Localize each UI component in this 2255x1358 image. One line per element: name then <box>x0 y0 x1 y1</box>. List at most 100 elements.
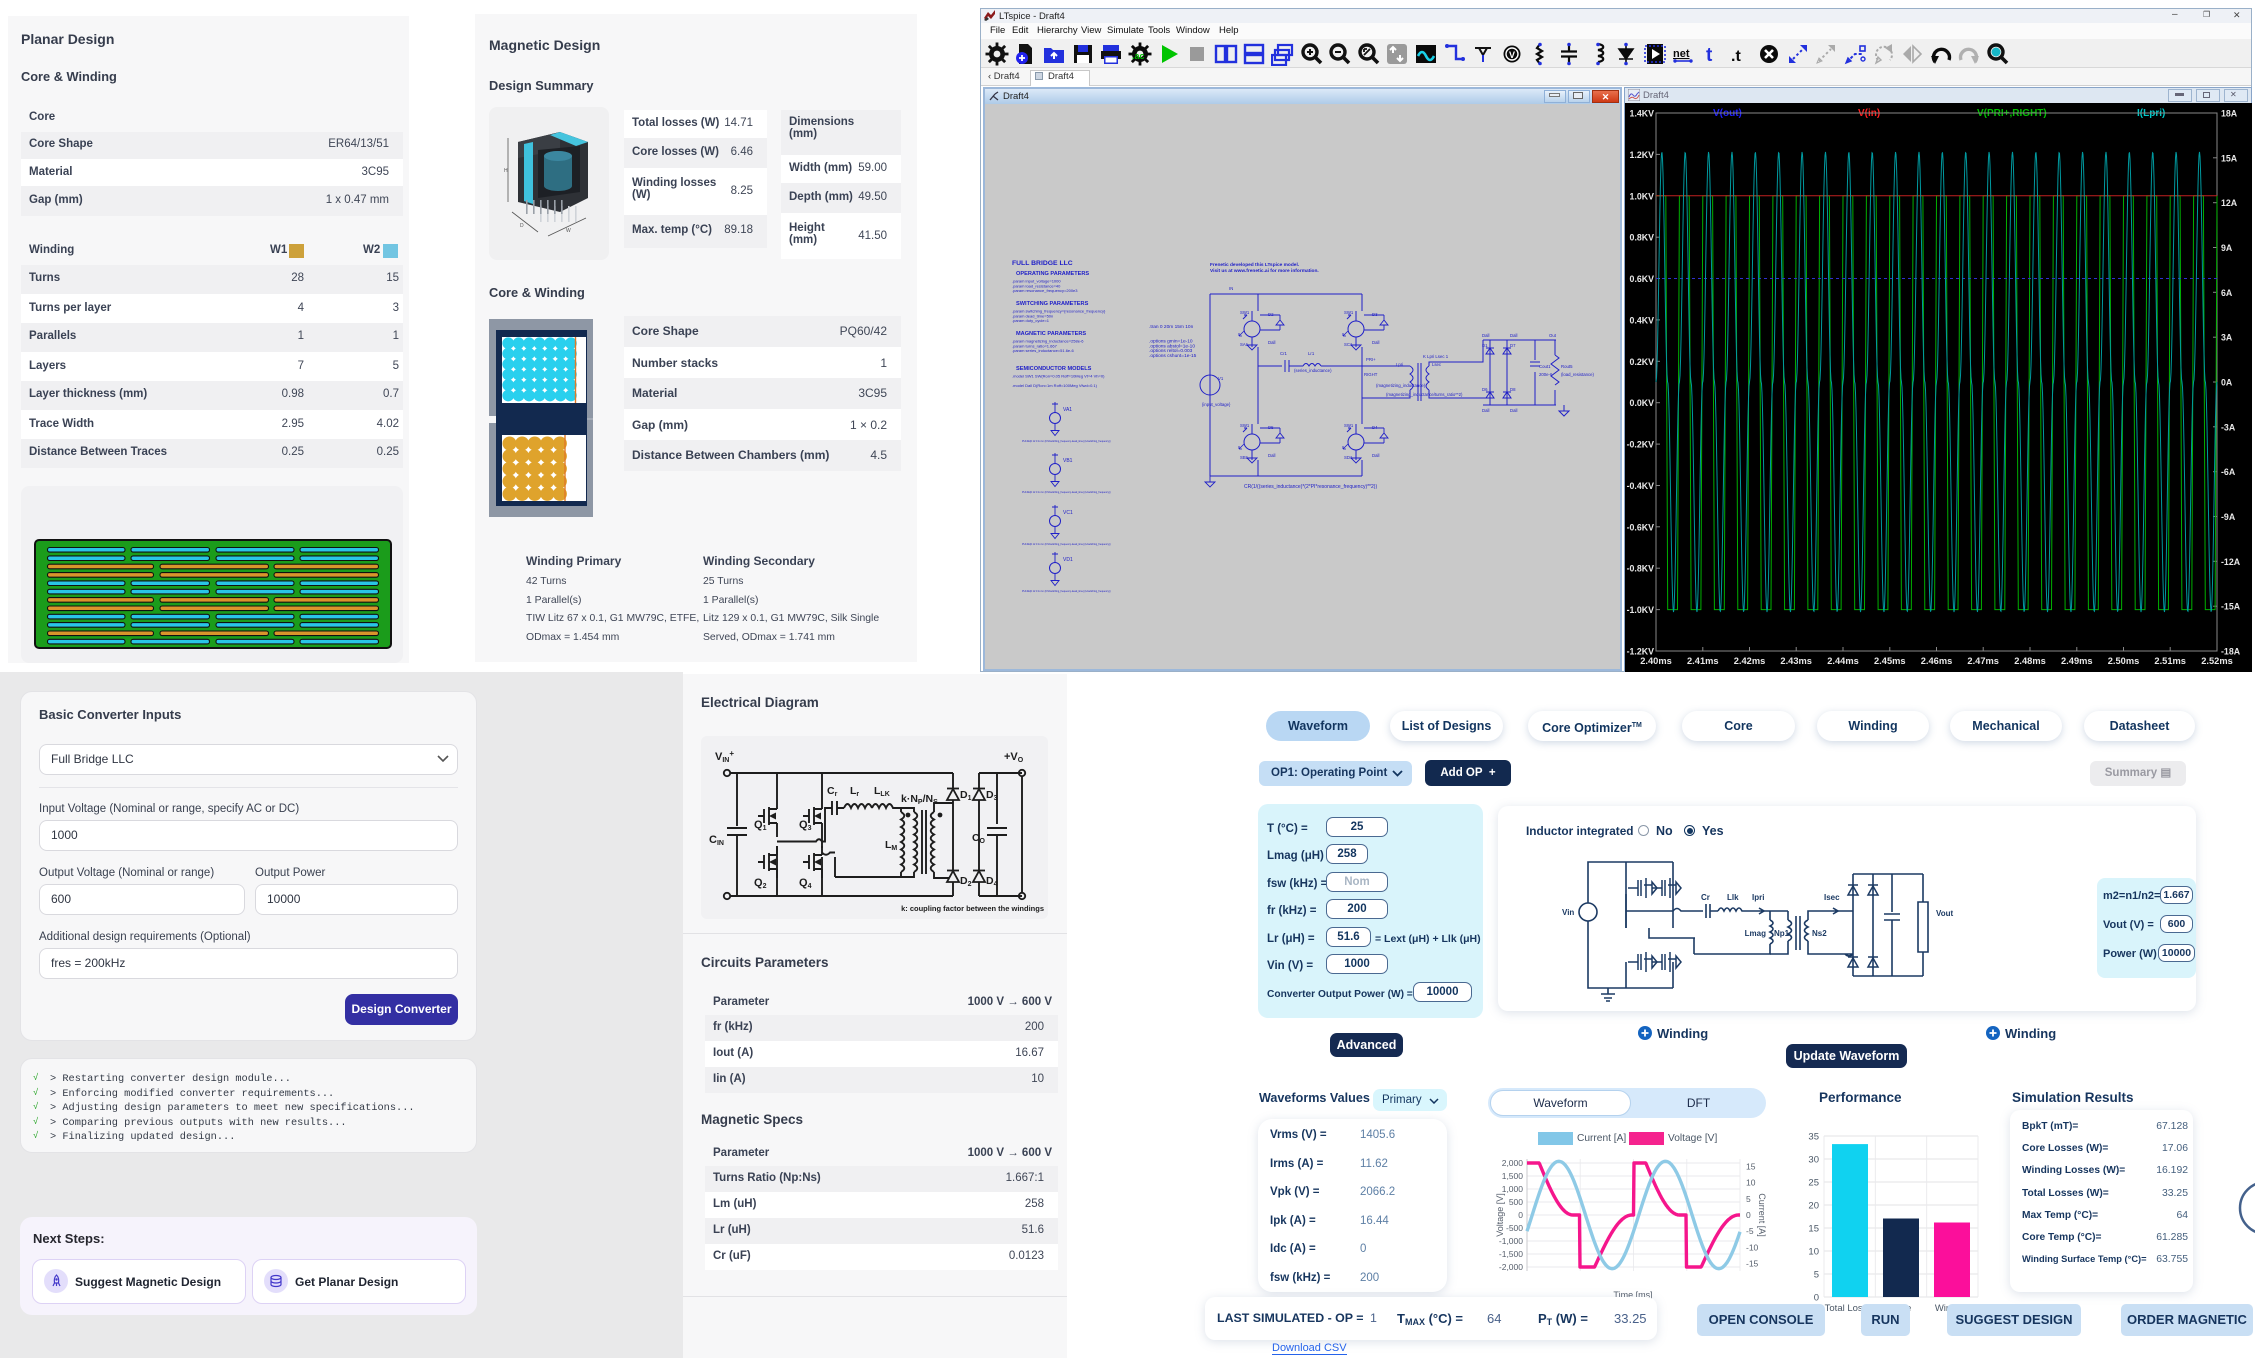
svg-text:Dall: Dall <box>1372 340 1379 345</box>
svg-text:VIN+: VIN+ <box>715 749 734 764</box>
svg-text:.param duty_cycle=1: .param duty_cycle=1 <box>1012 318 1050 323</box>
svg-text:LLK: LLK <box>874 785 890 798</box>
svg-text:RIGHT: RIGHT <box>1364 372 1378 377</box>
svg-text:-18A: -18A <box>2221 647 2241 657</box>
svg-text:2.47ms: 2.47ms <box>1967 656 1999 666</box>
svg-text:D5: D5 <box>1268 425 1274 430</box>
svg-text:MAGNETIC PARAMETERS: MAGNETIC PARAMETERS <box>1016 331 1086 337</box>
svg-text:VD1: VD1 <box>1063 557 1073 563</box>
svg-text:Lr: Lr <box>850 785 859 798</box>
svg-text:Dall: Dall <box>1372 453 1379 458</box>
svg-text:Q4: Q4 <box>799 877 812 890</box>
svg-text:SA1: SA1 <box>1240 342 1249 347</box>
svg-text:D1: D1 <box>960 789 972 802</box>
svg-text:1,000: 1,000 <box>1502 1184 1524 1194</box>
svg-text:PULSE(0 12 0 1n 1n {0.5/switch: PULSE(0 12 0 1n 1n {0.5/switching_freque… <box>1022 590 1111 593</box>
svg-text:{input_voltage}: {input_voltage} <box>1202 402 1231 407</box>
svg-text:-3A: -3A <box>2221 422 2236 432</box>
svg-text:VA1: VA1 <box>1063 407 1072 413</box>
svg-text:-0.2KV: -0.2KV <box>1627 440 1655 450</box>
svg-text:.param resonance_frequency=200: .param resonance_frequency=200e3 <box>1012 288 1078 293</box>
svg-text:0.2KV: 0.2KV <box>1630 357 1655 367</box>
svg-text:-0.4KV: -0.4KV <box>1627 481 1655 491</box>
svg-text:PULSE(0 12 0 1n 1n {0.5/switch: PULSE(0 12 0 1n 1n {0.5/switching_freque… <box>1022 543 1111 546</box>
svg-text:SW1: SW1 <box>1344 423 1354 428</box>
svg-text:(series_inductance): (series_inductance) <box>1294 368 1332 373</box>
svg-text:35: 35 <box>1808 1132 1819 1143</box>
svg-text:0: 0 <box>1746 1210 1751 1220</box>
svg-text:SW1: SW1 <box>1344 310 1354 315</box>
svg-text:Lpri: Lpri <box>1396 362 1403 367</box>
svg-text:V: V <box>1509 50 1515 60</box>
svg-text:D3: D3 <box>1372 312 1378 317</box>
svg-text:LM: LM <box>885 839 897 852</box>
svg-text:Lr1: Lr1 <box>1308 351 1315 356</box>
svg-text:VB1: VB1 <box>1063 458 1073 464</box>
svg-text:IN: IN <box>1229 286 1233 291</box>
svg-text:2.40ms: 2.40ms <box>1640 656 1672 666</box>
svg-text:2,000: 2,000 <box>1502 1158 1524 1168</box>
svg-text:D2: D2 <box>1268 312 1274 317</box>
svg-text:Frenetic developed this LTspic: Frenetic developed this LTspice model. <box>1210 262 1299 268</box>
svg-text:Visit us at www.frenetic.ai fo: Visit us at www.frenetic.ai for more inf… <box>1210 268 1319 274</box>
svg-text:+VO: +VO <box>1004 751 1024 764</box>
svg-text:10: 10 <box>1746 1178 1756 1188</box>
svg-text:PULSE(0 12 0 1n 1n {0.5/switch: PULSE(0 12 0 1n 1n {0.5/switching_freque… <box>1022 491 1111 494</box>
svg-text:-1.2KV: -1.2KV <box>1627 647 1655 657</box>
svg-text:Cr: Cr <box>827 785 838 798</box>
svg-text:0.0KV: 0.0KV <box>1630 398 1655 408</box>
svg-text:-9A: -9A <box>2221 512 2236 522</box>
svg-text:Dall: Dall <box>1482 333 1489 338</box>
svg-text:V1: V1 <box>1218 376 1224 381</box>
svg-text:15: 15 <box>1808 1224 1819 1235</box>
svg-text:18A: 18A <box>2221 109 2238 119</box>
svg-text:(magnetizing_inductance/turns_: (magnetizing_inductance/turns_ratio**2) <box>1386 392 1463 397</box>
svg-text:CO: CO <box>972 832 986 845</box>
svg-text:30: 30 <box>1808 1155 1819 1166</box>
svg-text:2.45ms: 2.45ms <box>1874 656 1906 666</box>
svg-text:Ns2: Ns2 <box>1812 929 1827 938</box>
svg-text:25: 25 <box>1808 1178 1819 1189</box>
svg-text:200e-6: 200e-6 <box>1539 372 1553 377</box>
svg-text:2.44ms: 2.44ms <box>1827 656 1859 666</box>
svg-text:3A: 3A <box>2221 333 2233 343</box>
svg-text:Voltage [V]: Voltage [V] <box>1495 1193 1505 1237</box>
svg-text:-1,500: -1,500 <box>1499 1249 1523 1259</box>
svg-text:2.52ms: 2.52ms <box>2201 656 2233 666</box>
svg-text:500: 500 <box>1509 1197 1523 1207</box>
svg-text:Cr: Cr <box>1701 893 1710 902</box>
svg-text:Vin: Vin <box>1562 908 1574 917</box>
svg-text:SWITCHING PARAMETERS: SWITCHING PARAMETERS <box>1016 301 1089 307</box>
svg-text:D1: D1 <box>1482 343 1488 348</box>
svg-text:-2,000: -2,000 <box>1499 1262 1523 1272</box>
svg-text:0: 0 <box>1814 1293 1819 1304</box>
svg-text:10: 10 <box>1808 1247 1819 1258</box>
svg-text:k·NP/NS: k·NP/NS <box>901 793 938 806</box>
svg-text:D2: D2 <box>960 875 972 888</box>
svg-text:6A: 6A <box>2221 288 2233 298</box>
svg-text:9A: 9A <box>2221 243 2233 253</box>
svg-text:Vout: Vout <box>1936 909 1954 918</box>
svg-text:Dall: Dall <box>1510 408 1517 413</box>
svg-text:CR(1/((series_inductance)*(2*P: CR(1/((series_inductance)*(2*PI*resonanc… <box>1244 484 1377 490</box>
svg-text:1.0KV: 1.0KV <box>1630 191 1655 201</box>
svg-text:D3: D3 <box>986 789 998 802</box>
svg-text:D6: D6 <box>1482 387 1488 392</box>
svg-text:0: 0 <box>1518 1210 1523 1220</box>
svg-text:-15: -15 <box>1746 1259 1759 1269</box>
svg-text:5: 5 <box>1746 1194 1751 1204</box>
svg-text:D7: D7 <box>1510 343 1516 348</box>
svg-text:Dall: Dall <box>1268 340 1275 345</box>
svg-text:.options cshunt=1e-15: .options cshunt=1e-15 <box>1149 353 1197 359</box>
svg-text:Out: Out <box>1549 333 1557 338</box>
svg-text:Isec: Isec <box>1824 893 1840 902</box>
svg-text:W: W <box>566 228 571 234</box>
svg-text:0A: 0A <box>2221 378 2233 388</box>
svg-text:-10: -10 <box>1746 1242 1759 1252</box>
svg-text:Dall: Dall <box>1268 453 1275 458</box>
svg-text:2.50ms: 2.50ms <box>2108 656 2140 666</box>
svg-text:2.41ms: 2.41ms <box>1687 656 1719 666</box>
svg-text:SW1: SW1 <box>1240 310 1250 315</box>
svg-text:-5: -5 <box>1746 1226 1754 1236</box>
svg-text:-15A: -15A <box>2221 602 2241 612</box>
